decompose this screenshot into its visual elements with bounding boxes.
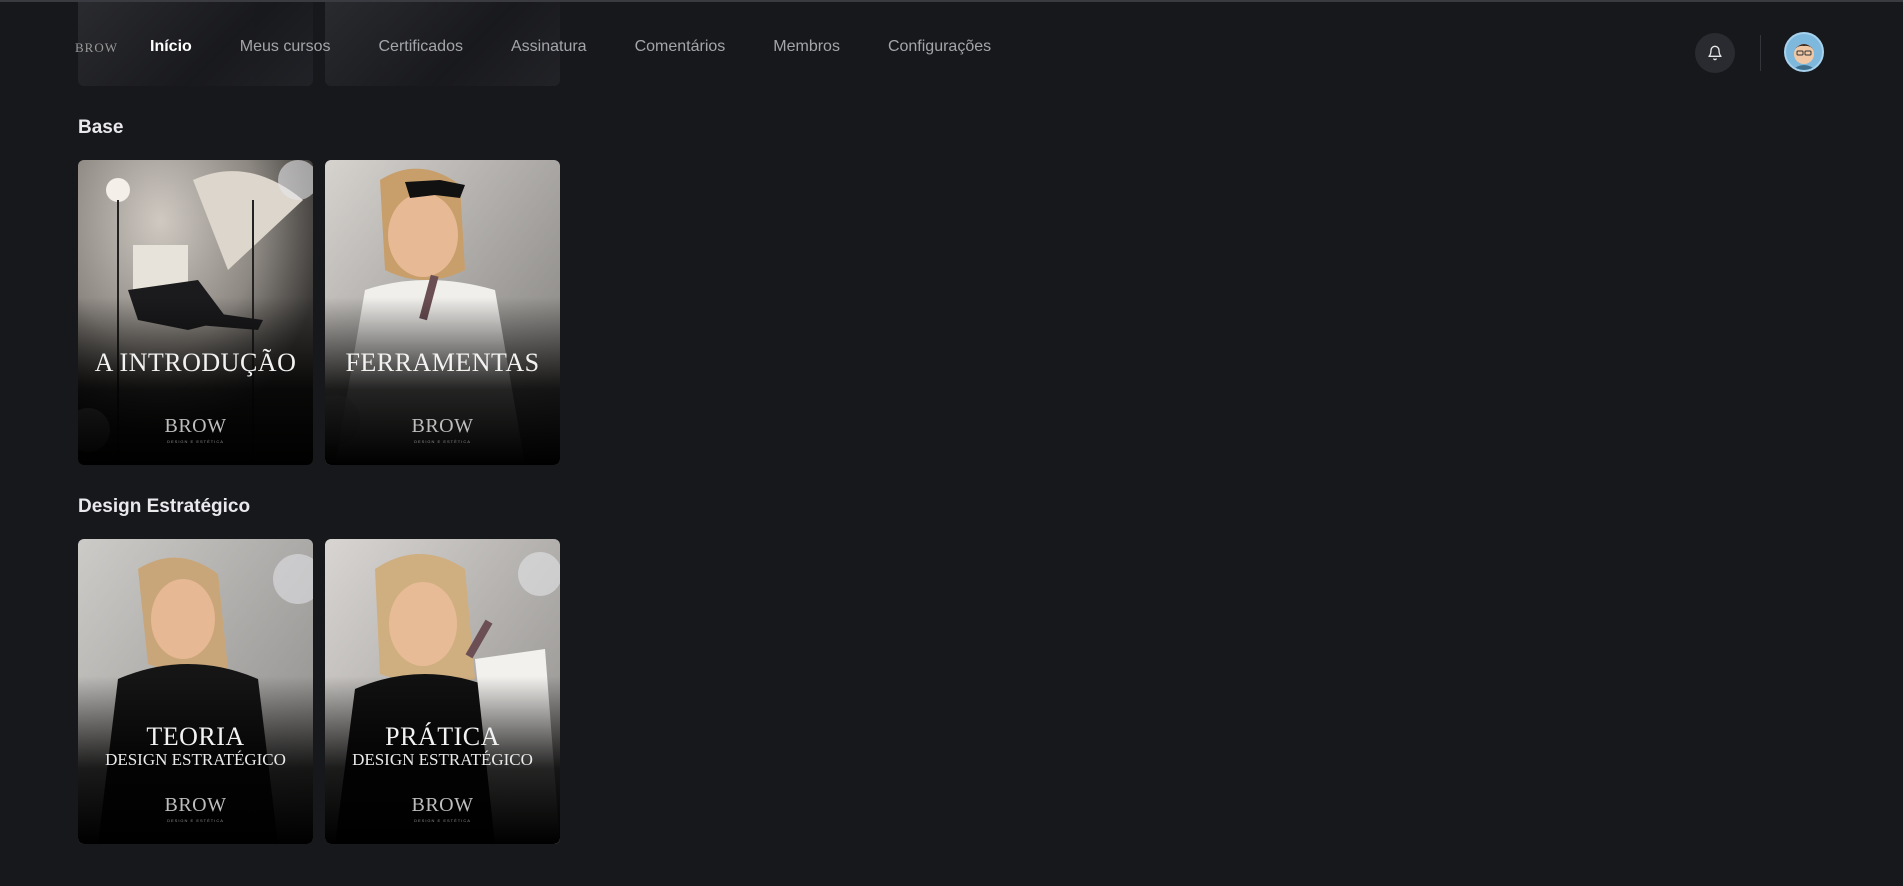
course-card-title: PRÁTICA [385, 722, 500, 751]
course-card-brand: BROW [164, 794, 227, 816]
course-card-brand: BROW [411, 794, 474, 816]
top-navbar: BROW Início Meus cursos Certificados Ass… [0, 2, 1903, 88]
nav-item-configuracoes[interactable]: Configurações [888, 38, 991, 56]
course-card-title: TEORIA [146, 722, 245, 751]
course-card-brand-sub: DESIGN E ESTÉTICA [167, 439, 224, 444]
nav-item-inicio[interactable]: Início [150, 38, 192, 56]
course-card-brand-sub: DESIGN E ESTÉTICA [167, 818, 224, 823]
brand-logo[interactable]: BROW [75, 40, 118, 56]
course-card-ferramentas[interactable]: FERRAMENTAS BROW DESIGN E ESTÉTICA [325, 160, 560, 465]
nav-item-assinatura[interactable]: Assinatura [511, 38, 587, 56]
course-card-subtitle: DESIGN ESTRATÉGICO [105, 750, 286, 769]
nav-item-comentarios[interactable]: Comentários [635, 38, 726, 56]
course-card-teoria[interactable]: TEORIA DESIGN ESTRATÉGICO BROW DESIGN E … [78, 539, 313, 844]
course-card-brand: BROW [411, 415, 474, 437]
course-card-brand-sub: DESIGN E ESTÉTICA [414, 818, 471, 823]
course-card-brand-sub: DESIGN E ESTÉTICA [414, 439, 471, 444]
course-card-pratica[interactable]: PRÁTICA DESIGN ESTRATÉGICO BROW DESIGN E… [325, 539, 560, 844]
course-card-introducao[interactable]: A INTRODUÇÃO BROW DESIGN E ESTÉTICA [78, 160, 313, 465]
section-title-design-estrategico: Design Estratégico [78, 496, 251, 517]
nav-item-membros[interactable]: Membros [773, 38, 840, 56]
bell-icon [1708, 45, 1722, 61]
main-nav: Início Meus cursos Certificados Assinatu… [150, 38, 1039, 56]
nav-item-meus-cursos[interactable]: Meus cursos [240, 38, 331, 56]
section-title-base: Base [78, 117, 124, 138]
notifications-button[interactable] [1695, 33, 1735, 73]
nav-item-certificados[interactable]: Certificados [378, 38, 462, 56]
header-divider [1760, 35, 1761, 71]
course-card-title: A INTRODUÇÃO [94, 348, 297, 377]
course-card-brand: BROW [164, 415, 227, 437]
course-card-subtitle: DESIGN ESTRATÉGICO [352, 750, 533, 769]
course-card-title: FERRAMENTAS [345, 348, 540, 377]
avatar[interactable] [1784, 32, 1824, 72]
